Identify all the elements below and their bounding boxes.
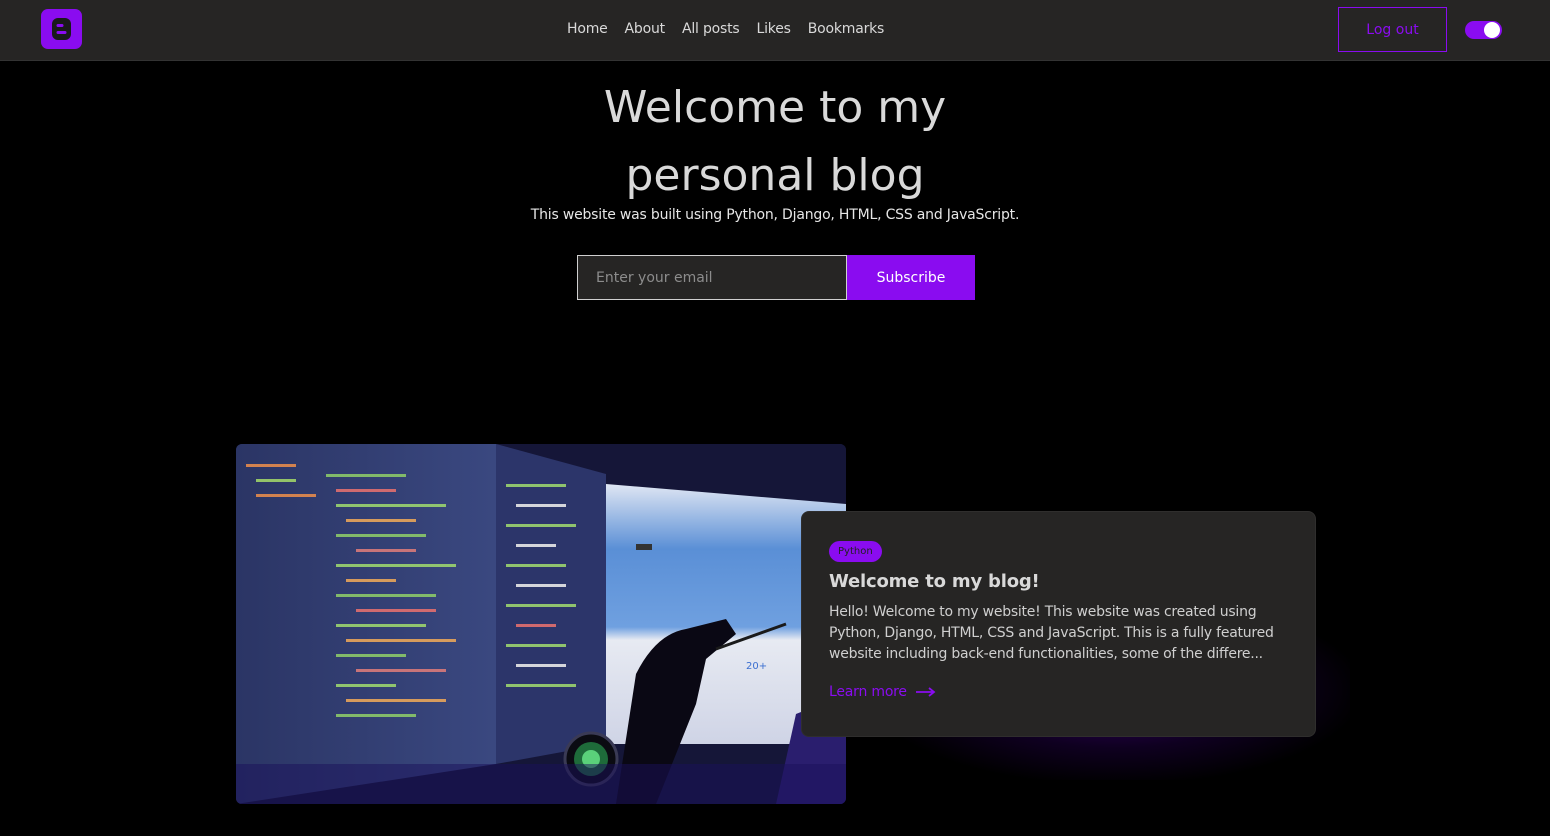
arrow-right-icon [915, 687, 936, 697]
toggle-knob [1484, 22, 1500, 38]
nav-likes[interactable]: Likes [757, 21, 791, 37]
hero-title-line1: Welcome to my [603, 82, 947, 133]
learn-more-link[interactable]: Learn more [829, 684, 1288, 700]
post-tag[interactable]: Python [829, 541, 882, 562]
svg-text:20+: 20+ [746, 661, 767, 672]
hero-title: Welcome to my personal blog [0, 74, 1550, 210]
logout-button[interactable]: Log out [1338, 7, 1447, 52]
email-input[interactable] [577, 255, 847, 300]
nav-all-posts[interactable]: All posts [682, 21, 740, 37]
nav-home[interactable]: Home [567, 21, 608, 37]
learn-more-label: Learn more [829, 684, 907, 700]
main-nav: Home About All posts Likes Bookmarks [567, 0, 884, 58]
hero-subtitle: This website was built using Python, Dja… [530, 207, 1020, 223]
subscribe-form: Subscribe [577, 255, 975, 300]
coding-monitor-photo: 20+ [236, 444, 846, 804]
post-image[interactable]: 20+ [236, 444, 846, 804]
navbar: Home About All posts Likes Bookmarks Log… [0, 0, 1550, 61]
post-excerpt: Hello! Welcome to my website! This websi… [829, 604, 1274, 662]
blogger-logo-icon[interactable] [41, 9, 82, 49]
post-card: Python Welcome to my blog! Hello! Welcom… [801, 511, 1316, 737]
post-title[interactable]: Welcome to my blog! [829, 571, 1288, 592]
subscribe-button[interactable]: Subscribe [847, 255, 975, 300]
nav-bookmarks[interactable]: Bookmarks [808, 21, 885, 37]
nav-about[interactable]: About [625, 21, 666, 37]
theme-toggle[interactable] [1465, 21, 1502, 39]
hero-title-line2: personal blog [625, 150, 925, 201]
